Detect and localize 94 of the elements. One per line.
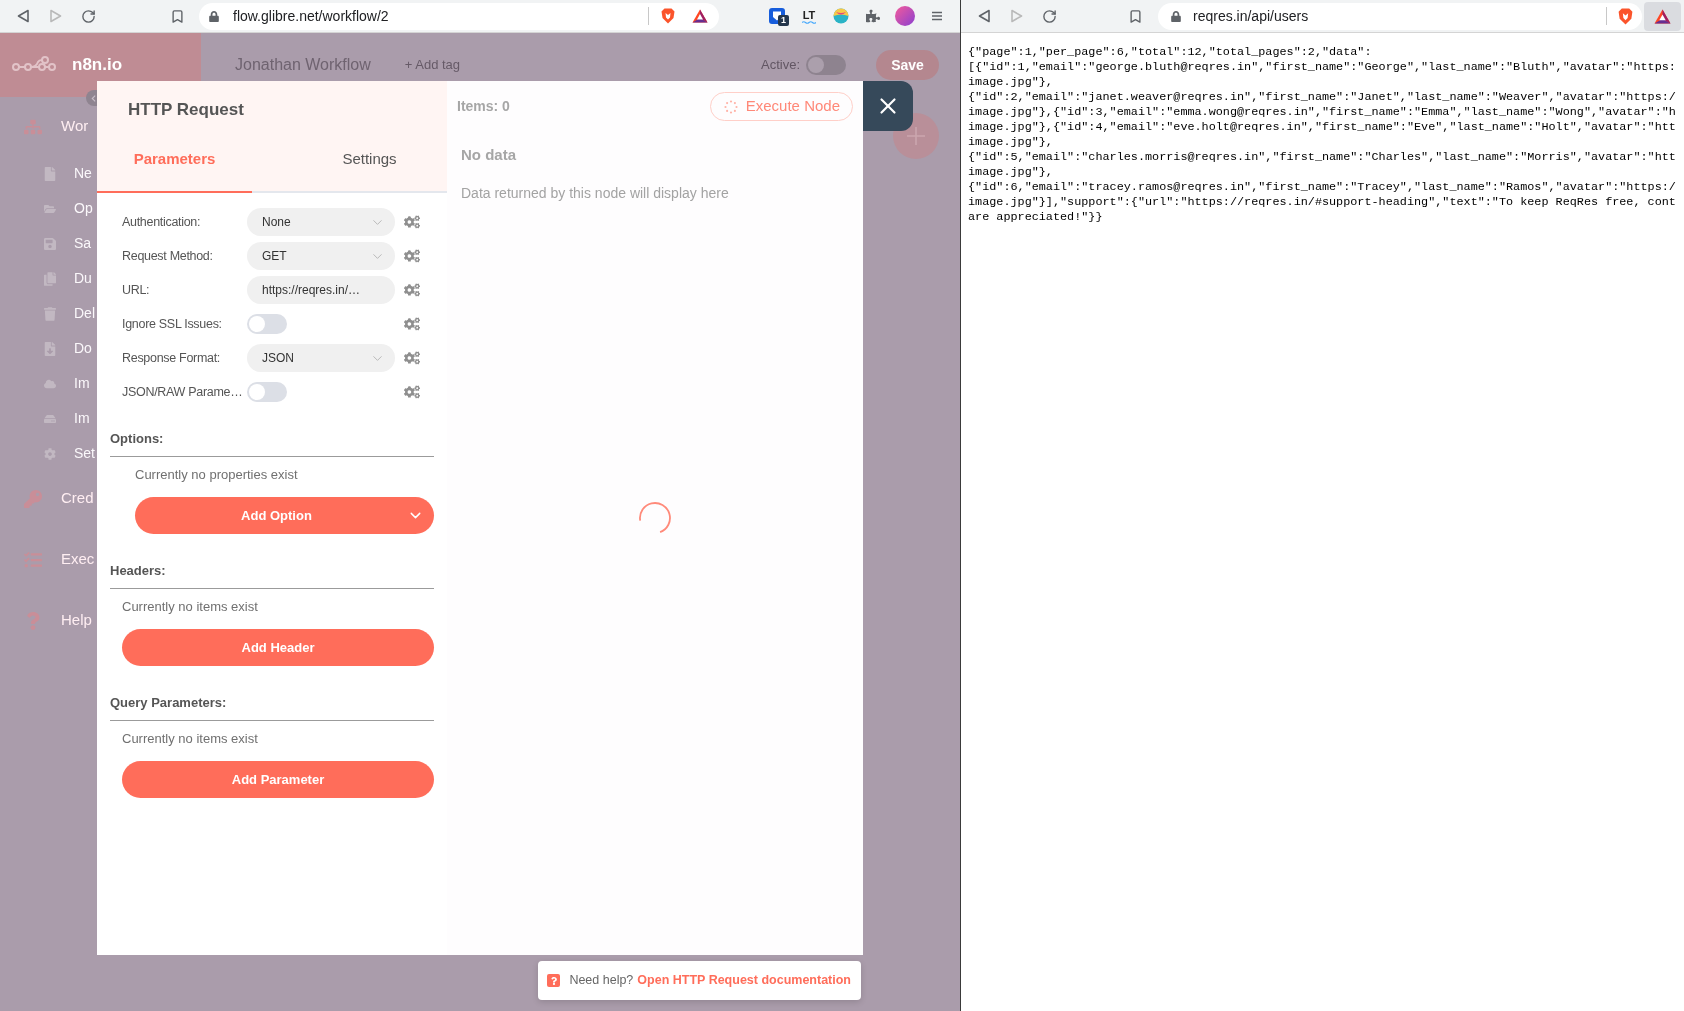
input-field[interactable]: https://reqres.in/… (247, 276, 395, 304)
logo-text: n8n.io (72, 54, 123, 77)
loading-dots-icon (723, 99, 738, 114)
add-button[interactable]: Add Parameter (122, 761, 434, 798)
sidebar-item[interactable]: Cred (24, 481, 94, 516)
active-label: Active: (761, 56, 800, 75)
sidebar-item[interactable]: Set (44, 436, 95, 471)
sidebar-item[interactable]: Wor (24, 109, 89, 144)
extension-button[interactable]: LT (793, 6, 825, 26)
field-label: Ignore SSL Issues: (122, 315, 222, 333)
field-label: Response Format: (122, 349, 221, 367)
chevron-left-icon (91, 94, 96, 102)
field-label: Request Method: (122, 247, 213, 265)
trash-icon (44, 306, 56, 321)
add-button[interactable]: Add Header (122, 629, 434, 666)
profile-avatar[interactable] (895, 6, 915, 26)
rewards-button[interactable] (1644, 1, 1681, 31)
network-icon (24, 117, 42, 136)
gears-icon[interactable] (404, 350, 420, 366)
help-text: Need help? (569, 972, 634, 990)
field-label: Authentication: (122, 213, 201, 231)
bookmark-icon[interactable] (170, 8, 185, 24)
sidebar-item[interactable]: Ne (44, 156, 92, 191)
logo-icon (12, 56, 56, 74)
reload-icon[interactable] (1042, 8, 1057, 24)
puzzle-icon[interactable] (866, 9, 880, 23)
disc-icon[interactable] (833, 8, 849, 24)
settings-icon (44, 446, 56, 461)
gears-icon[interactable] (404, 248, 420, 264)
json-response-text: {"page":1,"per_page":6,"total":12,"total_pages":2,"data": [{"id":1,"email":"george.bluth@reqres.in","first_name":"George","last_name":"Bluth","avatar":"https: image.jpg"}, {"id":2,"email":"janet.weaver@reqres.in","first_name":"Janet","last_name":"Weaver","avatar":"https:/ image.jpg"},{"id":3,"email":"emma.wong@reqres.in","first_name":"Emma","last_name":"Wong","avatar":"h image.jpg"},{"id":4,"email":"eve.holt@reqres.in","first_name":"Eve","last_name":"Holt","avatar":"htt image.jpg"}, {"id":5,"email":"charles.morris@reqres.in","first_name":"Charles","last_name":"Morris","avatar":"htt image.jpg"}, {"id":6,"email":"tracey.ramos@reqres.in","first_name":"Tracey","last_name":"Ramos","avatar":"https:/ image.jpg"}],"support":{"url":"https://reqres.in/#support-heading","text":"To keep ReqRes free, cont are appreciated!"}} (968, 45, 1677, 225)
lock-icon (209, 10, 219, 22)
reload-icon[interactable] (81, 8, 96, 24)
select-field[interactable]: GET (247, 242, 395, 270)
active-toggle[interactable] (806, 55, 846, 75)
workflow-name[interactable]: Jonathan Workflow (235, 53, 371, 77)
tab[interactable]: Parameters (97, 131, 252, 193)
gears-icon[interactable] (404, 384, 420, 400)
menu-icon[interactable] (932, 11, 942, 21)
file-icon (44, 166, 56, 181)
back-icon[interactable] (976, 9, 991, 23)
close-button[interactable] (863, 81, 913, 131)
lock-icon (1171, 10, 1181, 22)
sidebar-item[interactable]: Del (44, 296, 95, 331)
plus-icon (906, 126, 926, 146)
documentation-link[interactable]: Open HTTP Request documentation (637, 971, 851, 990)
address-bar[interactable]: flow.glibre.net/workflow/2 (199, 2, 719, 30)
add-button[interactable]: Add Option (135, 497, 434, 534)
sidebar-item[interactable]: Exec (24, 542, 95, 577)
field-label: JSON/RAW Parame… (122, 383, 243, 401)
save-button[interactable]: Save (876, 50, 939, 80)
shield-icon[interactable] (661, 8, 675, 24)
dialog-title: HTTP Request (127, 99, 245, 121)
key-icon (24, 489, 42, 508)
file-arrow-icon (44, 341, 56, 356)
section-heading: Options: (110, 430, 165, 448)
field-label: URL: (122, 281, 150, 299)
sidebar-item[interactable]: Im (44, 366, 90, 401)
url-text: flow.glibre.net/workflow/2 (233, 6, 389, 26)
help-icon (547, 974, 561, 987)
checklist-icon (24, 550, 42, 569)
triangle-icon[interactable] (1654, 8, 1671, 24)
sidebar-item[interactable]: Help (24, 603, 92, 638)
gears-icon[interactable] (404, 214, 420, 230)
sidebar-item[interactable]: Do (44, 331, 92, 366)
triangle-icon[interactable] (692, 9, 708, 23)
notification-badge: 1 (778, 15, 789, 26)
gears-icon[interactable] (404, 316, 420, 332)
empty-message: Currently no properties exist (135, 466, 299, 484)
empty-title: No data (460, 145, 517, 165)
wave-icon (802, 20, 816, 24)
spinner-icon (637, 500, 673, 536)
toggle-switch[interactable] (247, 382, 287, 402)
url-text: reqres.in/api/users (1193, 6, 1309, 26)
question-mark-icon (24, 611, 42, 630)
address-bar[interactable]: reqres.in/api/users (1158, 2, 1642, 30)
gears-icon[interactable] (404, 282, 420, 298)
shield-icon[interactable] (1618, 7, 1633, 25)
sidebar-item[interactable]: Sa (44, 226, 92, 261)
back-icon[interactable] (15, 9, 30, 23)
section-heading: Query Parameters: (110, 694, 228, 712)
sidebar-item[interactable]: Du (44, 261, 92, 296)
select-field[interactable]: None (247, 208, 395, 236)
empty-description: Data returned by this node will display here (460, 184, 730, 203)
toggle-switch[interactable] (247, 314, 287, 334)
empty-message: Currently no items exist (122, 730, 259, 748)
bookmark-icon[interactable] (1128, 8, 1143, 24)
items-count: Items: 0 (457, 97, 510, 116)
select-field[interactable]: JSON (247, 344, 395, 372)
sidebar-item[interactable]: Im (44, 401, 90, 436)
empty-message: Currently no items exist (122, 598, 259, 616)
section-heading: Headers: (110, 562, 167, 580)
copy-icon (44, 271, 56, 286)
sidebar-item[interactable]: Op (44, 191, 93, 226)
add-tag-link[interactable]: + Add tag (404, 55, 461, 75)
